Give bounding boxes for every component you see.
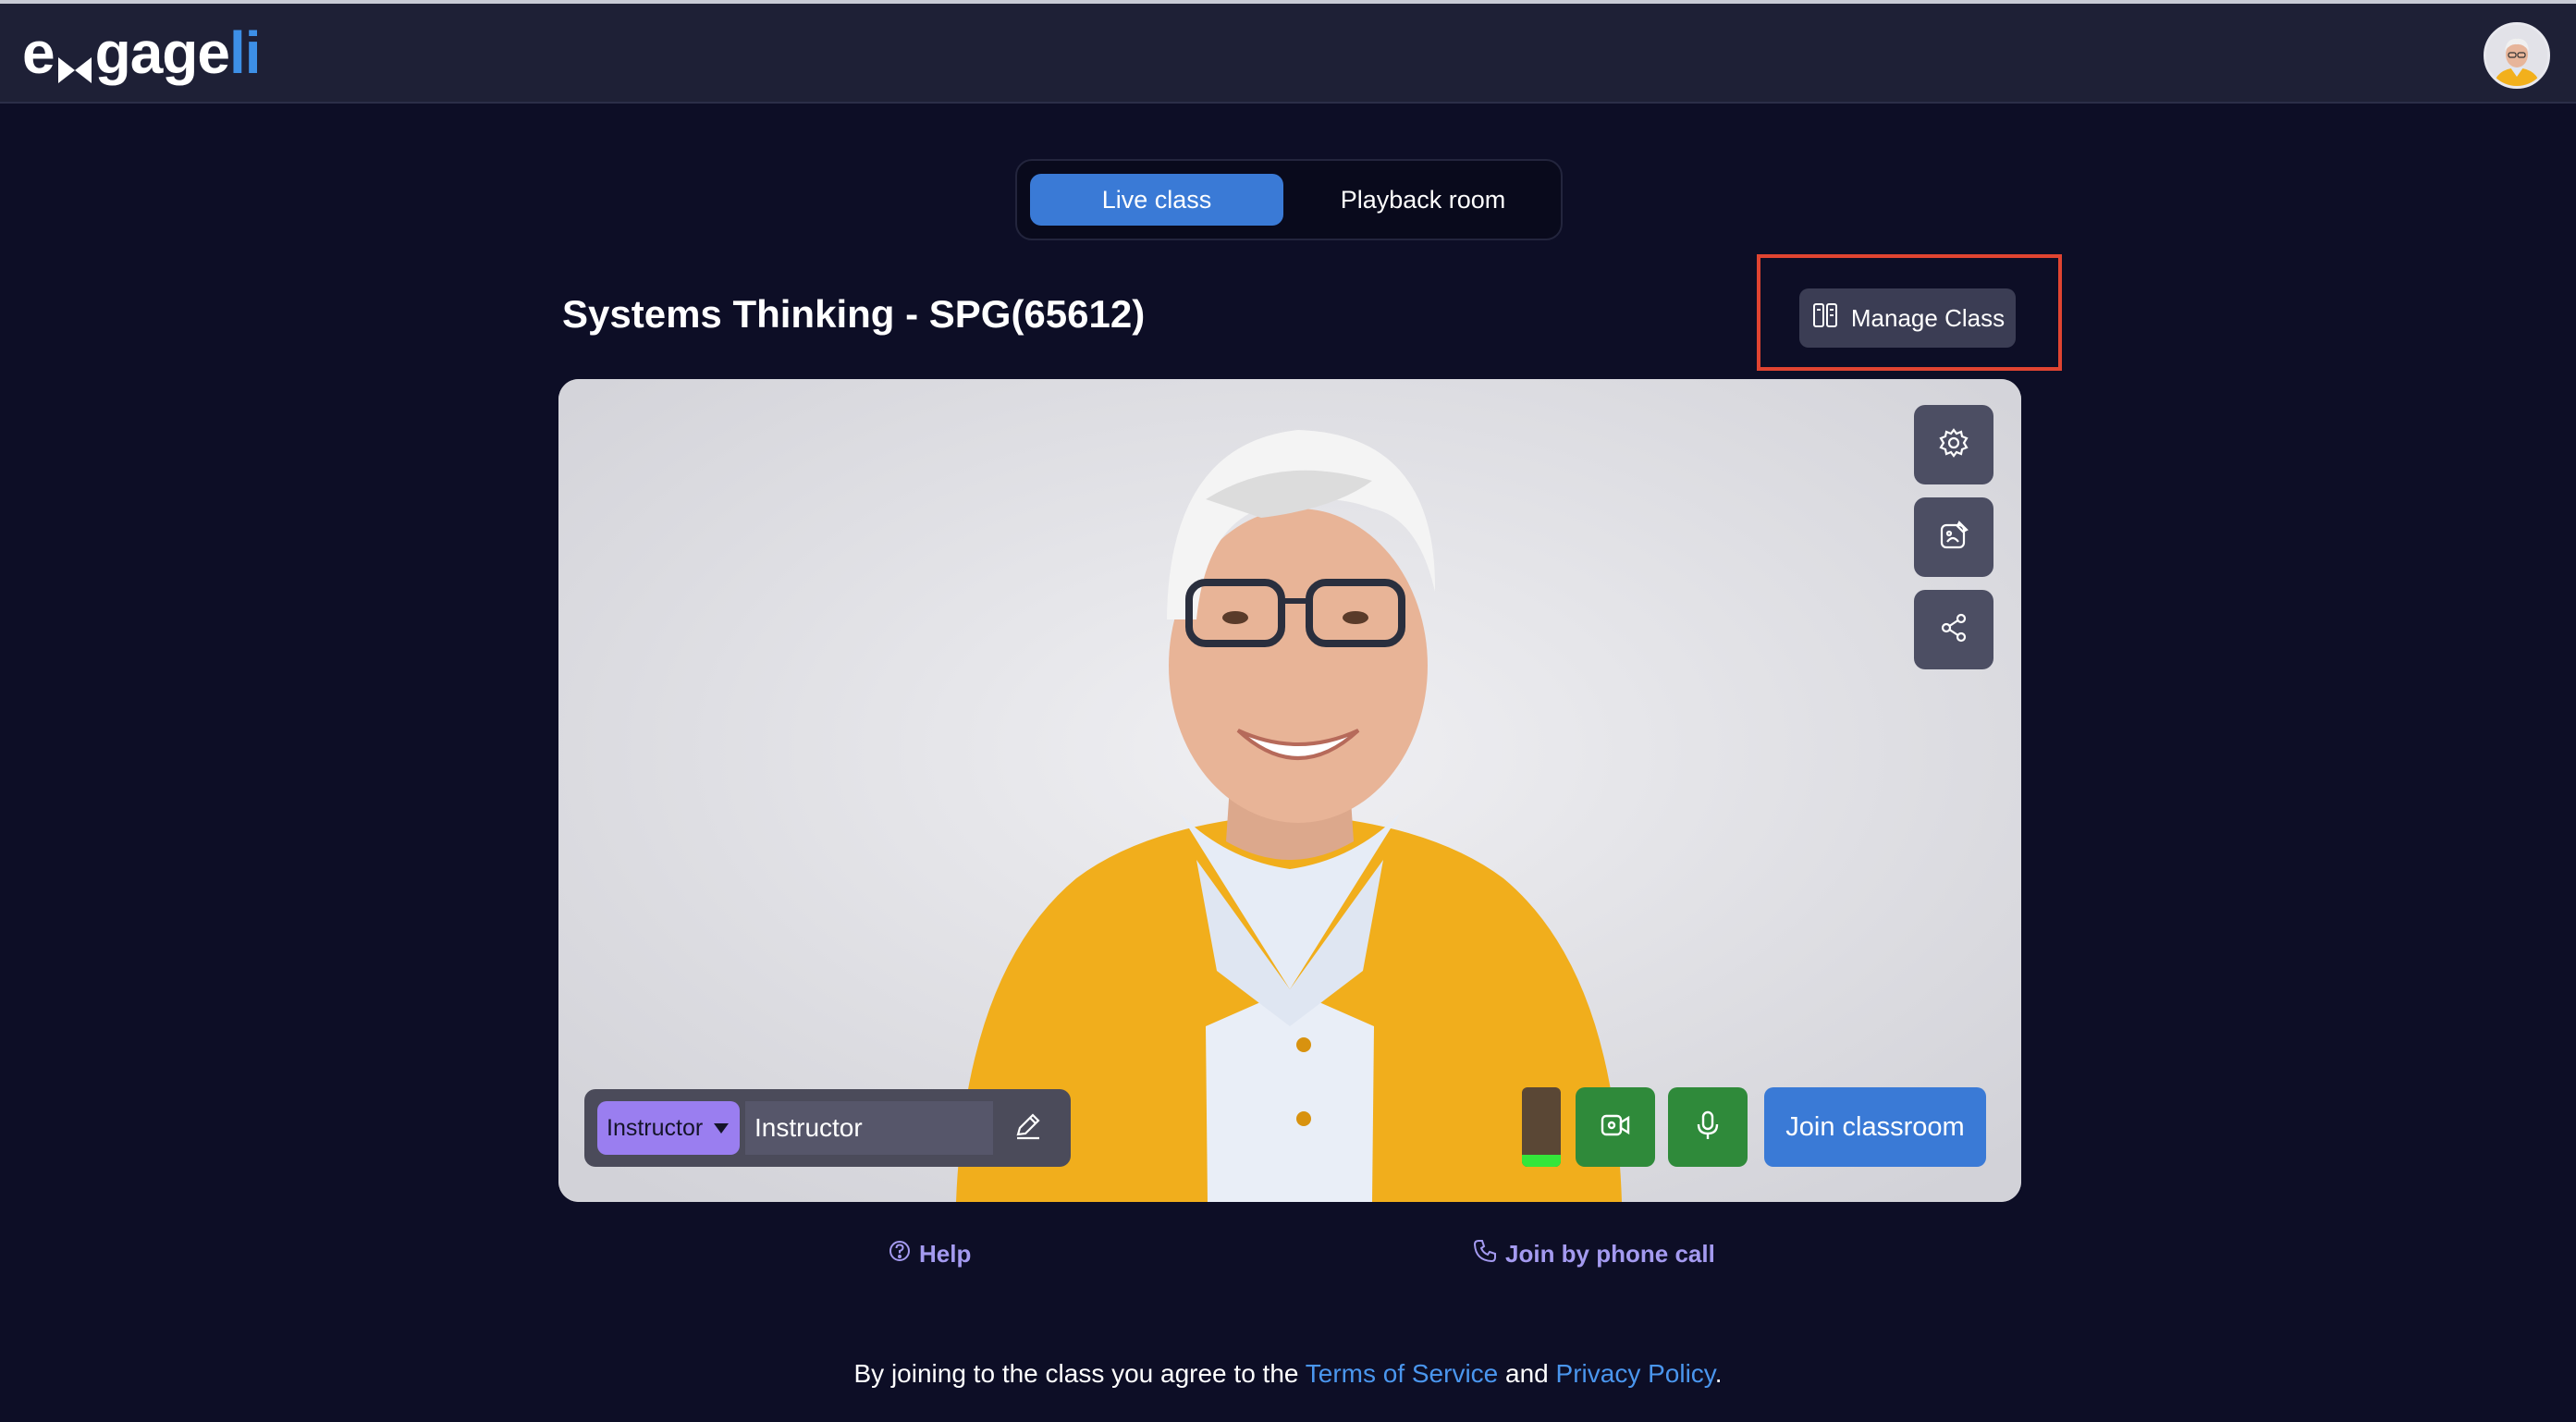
caret-down-icon (714, 1123, 729, 1134)
manage-class-icon (1810, 300, 1840, 337)
logo-text-start: e (22, 19, 55, 86)
share-button[interactable] (1914, 590, 1993, 669)
join-classroom-button[interactable]: Join classroom (1764, 1087, 1986, 1167)
video-preview (558, 379, 2021, 1202)
terms-footer: By joining to the class you agree to the… (0, 1359, 2576, 1389)
settings-button[interactable] (1914, 405, 1993, 484)
role-selected-value: Instructor (607, 1115, 704, 1141)
room-tabs: Live class Playback room (1015, 159, 1563, 240)
user-avatar[interactable] (2484, 22, 2550, 89)
manage-class-label: Manage Class (1850, 303, 2006, 332)
camera-icon (1598, 1108, 1633, 1147)
logo-mark-icon (56, 36, 93, 83)
tab-live-class[interactable]: Live class (1030, 174, 1283, 226)
phone-label: Join by phone call (1505, 1239, 1715, 1268)
manage-class-button[interactable]: Manage Class (1799, 288, 2016, 348)
class-title: Systems Thinking - SPG(65612) (562, 292, 1146, 336)
background-effects-icon (1937, 519, 1970, 557)
footer-and: and (1498, 1359, 1556, 1388)
terms-of-service-link[interactable]: Terms of Service (1306, 1359, 1499, 1388)
background-effects-button[interactable] (1914, 497, 1993, 577)
logo-text-accent: li (228, 19, 262, 86)
join-by-phone-link[interactable]: Join by phone call (1472, 1235, 1715, 1272)
help-label: Help (919, 1239, 972, 1268)
help-link[interactable]: Help (888, 1235, 971, 1272)
share-icon (1937, 611, 1970, 649)
tab-playback-room[interactable]: Playback room (1296, 174, 1550, 226)
role-dropdown[interactable]: Instructor (597, 1101, 740, 1155)
edit-name-button[interactable] (1000, 1101, 1056, 1155)
privacy-policy-link[interactable]: Privacy Policy (1556, 1359, 1715, 1388)
gear-icon (1937, 426, 1970, 464)
audio-level-fill (1522, 1155, 1561, 1167)
help-circle-icon (888, 1239, 912, 1269)
display-name-input[interactable] (745, 1101, 993, 1155)
footer-suffix: . (1714, 1359, 1723, 1388)
audio-level-meter (1522, 1087, 1561, 1167)
footer-prefix: By joining to the class you agree to the (853, 1359, 1306, 1388)
top-bar: e gage li (0, 0, 2576, 104)
microphone-toggle-button[interactable] (1668, 1087, 1748, 1167)
microphone-icon (1690, 1108, 1725, 1147)
video-feed (558, 379, 2021, 1202)
camera-toggle-button[interactable] (1576, 1087, 1655, 1167)
logo-text-mid: gage (94, 19, 230, 86)
pencil-icon (1012, 1110, 1044, 1146)
engageli-logo[interactable]: e gage li (22, 19, 262, 86)
phone-icon (1472, 1238, 1498, 1270)
